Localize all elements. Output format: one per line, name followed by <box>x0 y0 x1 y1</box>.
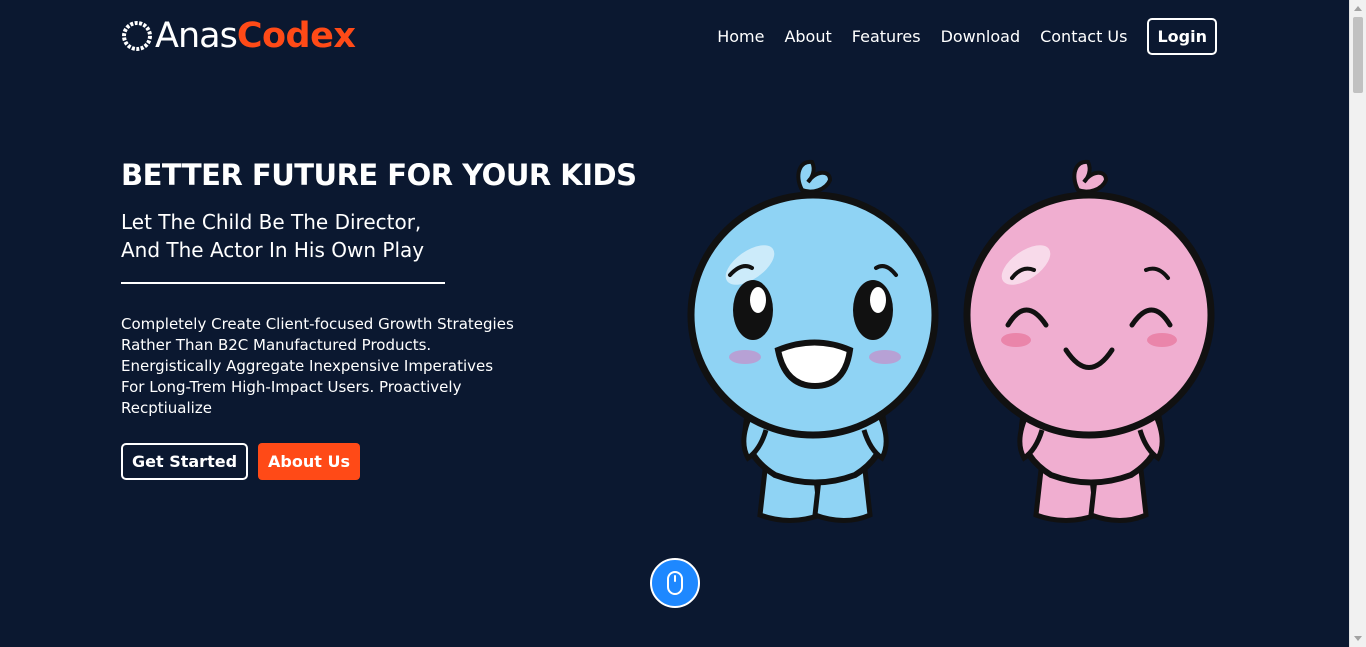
kids-characters-illustration <box>687 159 1215 523</box>
hero-subtitle-line1: Let The Child Be The Director, <box>121 210 422 234</box>
brand-name-part2: Codex <box>236 16 356 56</box>
hero-subtitle-line2: And The Actor In His Own Play <box>121 238 425 262</box>
mouse-icon <box>667 571 683 595</box>
scroll-down-arrow-icon[interactable] <box>1350 630 1366 647</box>
brand-name-part1: Anas <box>155 16 238 56</box>
circle-logo-icon <box>122 21 152 51</box>
login-button[interactable]: Login <box>1147 18 1217 55</box>
nav-download[interactable]: Download <box>941 27 1021 46</box>
nav-features[interactable]: Features <box>852 27 921 46</box>
pink-character-icon <box>963 159 1215 523</box>
nav-home[interactable]: Home <box>717 27 764 46</box>
hero-subtitle: Let The Child Be The Director, And The A… <box>121 208 424 264</box>
scroll-up-arrow-icon[interactable] <box>1350 0 1366 17</box>
page-scrollbar[interactable] <box>1349 0 1366 647</box>
hero-title: BETTER FUTURE FOR YOUR KIDS <box>121 158 637 192</box>
scrollbar-thumb[interactable] <box>1353 17 1363 93</box>
get-started-button[interactable]: Get Started <box>121 443 249 480</box>
nav-contact-us[interactable]: Contact Us <box>1040 27 1127 46</box>
hero-divider <box>121 282 445 284</box>
blue-character-icon <box>687 159 939 523</box>
scroll-down-button[interactable] <box>650 558 700 608</box>
about-us-button[interactable]: About Us <box>258 443 360 480</box>
site-header: Anas Codex Home About Features Download … <box>0 0 1349 75</box>
hero-buttons: Get Started About Us <box>121 443 360 480</box>
main-nav: Home About Features Download Contact Us … <box>697 18 1217 55</box>
brand-logo[interactable]: Anas Codex <box>121 16 356 56</box>
nav-about[interactable]: About <box>784 27 831 46</box>
hero-description: Completely Create Client-focused Growth … <box>121 315 514 417</box>
